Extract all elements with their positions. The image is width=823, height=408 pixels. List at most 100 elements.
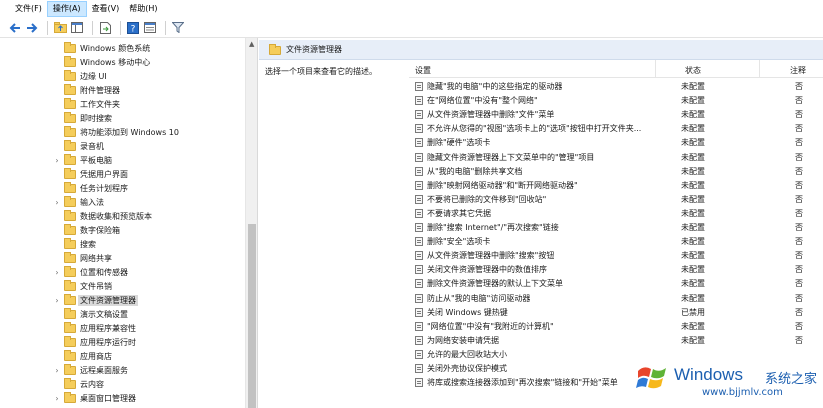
tree-item[interactable]: 搜索 xyxy=(0,237,245,251)
policy-row[interactable]: 隐藏"我的电脑"中的这些指定的驱动器 未配置 否 xyxy=(409,79,823,93)
tree-item[interactable]: 演示文稿设置 xyxy=(0,307,245,321)
tree-item-label: 任务计划程序 xyxy=(80,183,128,193)
expand-chevron-icon[interactable]: › xyxy=(53,394,61,403)
tree-item[interactable]: 数字保险箱 xyxy=(0,223,245,237)
column-divider[interactable] xyxy=(655,60,656,78)
tree-item-label: 云内容 xyxy=(80,379,104,389)
tree-item[interactable]: 即时搜索 xyxy=(0,111,245,125)
tree-item[interactable]: › 输入法 xyxy=(0,195,245,209)
tree-item[interactable]: 附件管理器 xyxy=(0,83,245,97)
properties-icon[interactable] xyxy=(143,21,157,35)
tree-item-label: 凭据用户界面 xyxy=(80,169,128,179)
policy-row[interactable]: 防止从"我的电脑"访问驱动器 未配置 否 xyxy=(409,291,823,305)
settings-panel: 文件资源管理器 选择一个项目来查看它的描述。 设置 状态 注释 隐藏"我的电脑"… xyxy=(259,38,823,408)
column-state[interactable]: 状态 xyxy=(685,65,701,76)
watermark-url: www.bjjmlv.com xyxy=(702,387,783,398)
tree-item[interactable]: 云内容 xyxy=(0,377,245,391)
folder-icon xyxy=(64,377,76,389)
back-arrow-icon[interactable] xyxy=(8,21,22,35)
folder-icon xyxy=(64,41,76,53)
tree-item[interactable]: › 平板电脑 xyxy=(0,153,245,167)
scroll-up-icon[interactable]: ▲ xyxy=(249,40,254,48)
settings-grid: 设置 状态 注释 隐藏"我的电脑"中的这些指定的驱动器 未配置否在"网络位置"中没… xyxy=(409,60,823,408)
tree-scrollbar[interactable]: ▲ xyxy=(245,38,257,408)
policy-name: 隐藏文件资源管理器上下文菜单中的"管理"项目 xyxy=(427,152,595,162)
help-icon[interactable]: ? xyxy=(126,21,140,35)
expand-chevron-icon[interactable]: › xyxy=(53,366,61,375)
menu-view[interactable]: 查看(V) xyxy=(87,1,125,17)
forward-arrow-icon[interactable] xyxy=(25,21,39,35)
policy-name: 防止从"我的电脑"访问驱动器 xyxy=(427,293,531,303)
policy-row[interactable]: 关闭 Windows 键热键 已禁用 否 xyxy=(409,305,823,319)
tree-item[interactable]: 网络共享 xyxy=(0,251,245,265)
folder-icon xyxy=(64,153,76,165)
column-setting[interactable]: 设置 xyxy=(415,65,431,76)
filter-icon[interactable] xyxy=(171,21,185,35)
tree-item[interactable]: 应用程序运行时 xyxy=(0,335,245,349)
expand-chevron-icon[interactable]: › xyxy=(53,156,61,165)
tree-item[interactable]: › 位置和传感器 xyxy=(0,265,245,279)
tree-item[interactable]: Windows 移动中心 xyxy=(0,55,245,69)
folder-icon xyxy=(64,335,76,347)
tree-item[interactable]: 应用程序兼容性 xyxy=(0,321,245,335)
tree-item-label: 搜索 xyxy=(80,239,96,249)
policy-row[interactable]: "网络位置"中没有"我附近的计算机" 未配置 否 xyxy=(409,319,823,333)
policy-setting-icon xyxy=(415,321,423,331)
tree-item[interactable]: 数据收集和预览版本 xyxy=(0,209,245,223)
policy-row[interactable]: 为网络安装申请凭据 未配置 否 xyxy=(409,333,823,347)
tree-item[interactable]: 录音机 xyxy=(0,139,245,153)
expand-chevron-icon[interactable]: › xyxy=(53,198,61,207)
policy-row[interactable]: 删除"安全"选项卡 未配置 否 xyxy=(409,234,823,248)
export-list-icon[interactable] xyxy=(98,21,112,35)
tree-item[interactable]: › 文件资源管理器 xyxy=(0,293,245,307)
policy-note: 否 xyxy=(795,307,803,317)
policy-row[interactable]: 在"网络位置"中没有"整个网络" 未配置 否 xyxy=(409,93,823,107)
folder-icon xyxy=(64,265,76,277)
tree-item-label: 应用程序运行时 xyxy=(80,337,136,347)
folder-icon xyxy=(64,209,76,221)
policy-note: 否 xyxy=(795,194,803,204)
policy-name: 从文件资源管理器中删除"文件"菜单 xyxy=(427,110,555,120)
policy-row[interactable]: 不允许从您得的"视图"选项卡上的"选项"按钮中打开文件夹... 未配置 否 xyxy=(409,121,823,135)
policy-note: 否 xyxy=(795,96,803,106)
policy-row[interactable]: 关闭文件资源管理器中的数值排序 未配置 否 xyxy=(409,262,823,276)
expand-chevron-icon[interactable]: › xyxy=(53,268,61,277)
policy-state: 未配置 xyxy=(681,335,705,345)
policy-note: 否 xyxy=(795,82,803,91)
folder-icon xyxy=(64,321,76,333)
tree-item[interactable]: 将功能添加到 Windows 10 xyxy=(0,125,245,139)
policy-row[interactable]: 从文件资源管理器中删除"文件"菜单 未配置 否 xyxy=(409,107,823,121)
policy-row[interactable]: 从文件资源管理器中删除"搜索"按钮 未配置 否 xyxy=(409,248,823,262)
tree-item[interactable]: › 远程桌面服务 xyxy=(0,363,245,377)
policy-row[interactable]: 删除文件资源管理器的默认上下文菜单 未配置 否 xyxy=(409,276,823,290)
policy-name: 删除文件资源管理器的默认上下文菜单 xyxy=(427,279,563,289)
policy-note: 否 xyxy=(795,293,803,303)
expand-chevron-icon[interactable]: › xyxy=(53,296,61,305)
show-hide-tree-icon[interactable] xyxy=(70,21,84,35)
tree-item[interactable]: 工作文件夹 xyxy=(0,97,245,111)
policy-row[interactable]: 删除"映射网络驱动器"和"断开网络驱动器" 未配置 否 xyxy=(409,178,823,192)
menu-action[interactable]: 操作(A) xyxy=(46,1,87,17)
scroll-thumb[interactable] xyxy=(248,224,256,408)
tree-item[interactable]: 边缘 UI xyxy=(0,69,245,83)
column-divider[interactable] xyxy=(759,60,760,78)
tree-item[interactable]: Windows 颜色系统 xyxy=(0,41,245,55)
policy-row[interactable]: 不要请求其它凭据 未配置 否 xyxy=(409,206,823,220)
policy-row[interactable]: 从"我的电脑"删除共享文档 未配置 否 xyxy=(409,164,823,178)
policy-row[interactable]: 不要将已删除的文件移到"回收站" 未配置 否 xyxy=(409,192,823,206)
policy-row[interactable]: 删除"搜索 Internet"/"再次搜索"链接 未配置 否 xyxy=(409,220,823,234)
policy-row[interactable]: 删除"硬件"选项卡 未配置 否 xyxy=(409,135,823,149)
tree-item[interactable]: 应用商店 xyxy=(0,349,245,363)
tree-item-label: 文件资源管理器 xyxy=(78,294,138,306)
tree-item[interactable]: › 桌面窗口管理器 xyxy=(0,391,245,405)
policy-row[interactable]: 隐藏文件资源管理器上下文菜单中的"管理"项目 未配置 否 xyxy=(409,150,823,164)
tree-item[interactable]: 凭据用户界面 xyxy=(0,167,245,181)
up-folder-icon[interactable] xyxy=(53,21,67,35)
menu-file[interactable]: 文件(F) xyxy=(10,1,47,17)
column-note[interactable]: 注释 xyxy=(790,65,806,76)
tree-item-label: Windows 颜色系统 xyxy=(80,43,151,53)
tree-item[interactable]: 文件吊销 xyxy=(0,279,245,293)
policy-name: 关闭外壳协议保护模式 xyxy=(427,364,507,373)
menu-help[interactable]: 帮助(H) xyxy=(124,1,162,17)
tree-item[interactable]: 任务计划程序 xyxy=(0,181,245,195)
